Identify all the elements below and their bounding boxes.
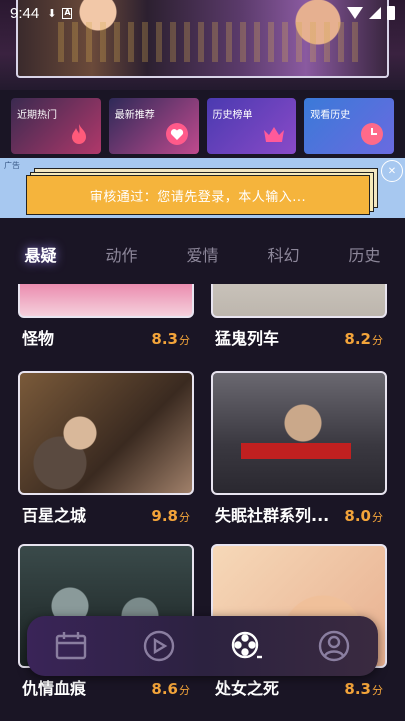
status-bar: 9:44 ⬇ A <box>0 0 405 26</box>
profile-icon <box>318 630 350 662</box>
tab-action[interactable]: 动作 <box>81 230 162 282</box>
nav-play[interactable] <box>115 616 203 676</box>
tab-suspense[interactable]: 悬疑 <box>0 230 81 282</box>
movie-card[interactable]: 怪物 8.3分 <box>18 284 194 360</box>
category-label: 历史榜单 <box>212 110 253 121</box>
category-card-hot[interactable]: 近期热门 <box>11 98 101 154</box>
category-card-recommended[interactable]: 最新推荐 <box>108 98 199 154</box>
genre-tabs: 悬疑 动作 爱情 科幻 历史 <box>0 230 405 282</box>
crown-icon <box>264 127 285 142</box>
clock-icon <box>361 123 383 145</box>
movie-title: 怪物 <box>22 329 55 348</box>
ad-text-box[interactable]: 审核通过：您请先登录，本人输入... <box>26 175 370 215</box>
ad-text: 审核通过：您请先登录，本人输入... <box>89 189 307 205</box>
score-unit: 分 <box>372 334 383 347</box>
movie-score: 8.6 <box>151 680 178 698</box>
movie-title: 失眠社群系列... <box>215 506 330 525</box>
movie-card[interactable]: 失眠社群系列... 8.0分 <box>211 371 387 537</box>
category-label: 观看历史 <box>310 110 351 121</box>
movie-score: 8.3 <box>344 680 371 698</box>
category-card-history[interactable]: 观看历史 <box>304 98 394 154</box>
wifi-icon <box>347 7 363 19</box>
score-unit: 分 <box>179 334 190 347</box>
score-unit: 分 <box>179 511 190 524</box>
film-reel-icon <box>232 631 263 659</box>
movie-poster[interactable] <box>18 371 194 495</box>
movie-poster[interactable] <box>18 284 194 318</box>
score-unit: 分 <box>372 684 383 697</box>
category-card-rankings[interactable]: 历史榜单 <box>206 98 297 154</box>
movie-title: 百星之城 <box>22 506 87 525</box>
tab-romance[interactable]: 爱情 <box>162 230 243 282</box>
movie-poster[interactable] <box>211 284 387 318</box>
score-unit: 分 <box>372 511 383 524</box>
play-icon <box>143 630 174 662</box>
a-box-icon: A <box>62 7 73 19</box>
flame-icon <box>71 124 86 144</box>
heart-icon <box>165 123 188 145</box>
download-icon: ⬇ <box>47 6 57 20</box>
movie-title: 猛鬼列车 <box>215 329 280 348</box>
category-label: 近期热门 <box>17 110 57 121</box>
bottom-nav <box>27 616 378 676</box>
movie-score: 8.2 <box>344 330 371 348</box>
movie-score: 8.3 <box>151 330 178 348</box>
score-unit: 分 <box>179 684 190 697</box>
nav-calendar[interactable] <box>27 616 115 676</box>
ad-banner[interactable]: 广告 ✕ 审核通过：您请先登录，本人输入... <box>0 158 405 218</box>
tab-scifi[interactable]: 科幻 <box>243 230 324 282</box>
movie-poster[interactable] <box>211 371 387 495</box>
movie-score: 9.8 <box>151 507 178 525</box>
status-time: 9:44 <box>10 4 40 22</box>
category-cards: 近期热门 最新推荐 历史榜单 观看历史 <box>11 98 394 154</box>
category-label: 最新推荐 <box>114 110 155 121</box>
battery-icon <box>387 6 395 20</box>
nav-profile[interactable] <box>290 616 378 676</box>
calendar-icon <box>55 632 87 660</box>
movie-card[interactable]: 百星之城 9.8分 <box>18 371 194 537</box>
tab-history[interactable]: 历史 <box>324 230 405 282</box>
nav-film[interactable] <box>203 616 291 676</box>
movie-score: 8.0 <box>344 507 371 525</box>
ad-tag: 广告 <box>4 161 20 170</box>
close-icon[interactable]: ✕ <box>381 160 403 182</box>
signal-icon <box>369 7 381 19</box>
movie-card[interactable]: 猛鬼列车 8.2分 <box>211 284 387 360</box>
